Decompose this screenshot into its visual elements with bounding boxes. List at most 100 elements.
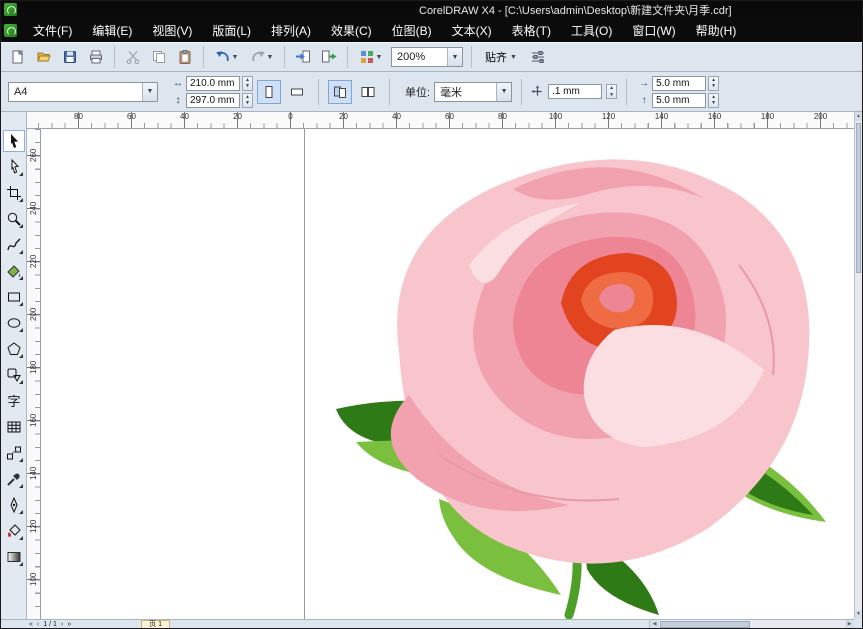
scroll-down-icon[interactable]: ▼ bbox=[855, 610, 862, 619]
property-bar: A4 ▼ ↔ ▲▼ ↕ ▲▼ 单位: bbox=[1, 72, 862, 112]
page-nav-last-button[interactable]: » bbox=[67, 621, 71, 628]
menu-item[interactable]: 版面(L) bbox=[202, 18, 261, 42]
menu-item[interactable]: 窗口(W) bbox=[622, 18, 685, 42]
menu-item[interactable]: 帮助(H) bbox=[686, 18, 747, 42]
shape-tool-button[interactable] bbox=[3, 156, 25, 178]
text-tool-button[interactable]: 字 bbox=[3, 390, 25, 412]
zoom-tool-button[interactable] bbox=[3, 208, 25, 230]
paper-size-select[interactable]: A4 ▼ bbox=[8, 82, 158, 102]
chevron-down-icon[interactable]: ▼ bbox=[232, 54, 239, 61]
new-document-icon bbox=[10, 49, 26, 65]
snap-to-button[interactable]: 贴齐 ▼ bbox=[478, 46, 524, 68]
open-folder-icon bbox=[36, 49, 52, 65]
scroll-up-icon[interactable]: ▲ bbox=[855, 112, 862, 121]
vertical-scroll-thumb[interactable] bbox=[856, 123, 861, 273]
zoom-level-select[interactable]: 200% ▼ bbox=[391, 47, 463, 67]
open-button[interactable] bbox=[32, 45, 56, 69]
page-nav-prev-button[interactable]: ‹ bbox=[37, 621, 39, 628]
canvas[interactable] bbox=[41, 129, 854, 619]
print-button[interactable] bbox=[84, 45, 108, 69]
chevron-down-icon[interactable]: ▼ bbox=[376, 54, 383, 61]
interactive-fill-tool-button[interactable] bbox=[3, 546, 25, 568]
new-document-button[interactable] bbox=[6, 45, 30, 69]
menu-item[interactable]: 文件(F) bbox=[23, 18, 82, 42]
portrait-button[interactable] bbox=[257, 80, 281, 104]
paper-dimensions-group: ↔ ▲▼ ↕ ▲▼ bbox=[172, 76, 253, 108]
rose-artwork[interactable] bbox=[321, 137, 851, 619]
paste-button[interactable] bbox=[173, 45, 197, 69]
table-tool-button[interactable] bbox=[3, 416, 25, 438]
menu-item[interactable]: 视图(V) bbox=[142, 18, 202, 42]
chevron-down-icon[interactable]: ▼ bbox=[496, 83, 511, 101]
menu-item[interactable]: 效果(C) bbox=[321, 18, 382, 42]
smart-fill-tool-icon bbox=[6, 263, 22, 279]
paper-width-spinner[interactable]: ▲▼ bbox=[242, 76, 253, 91]
paper-height-spinner[interactable]: ▲▼ bbox=[242, 93, 253, 108]
smart-fill-tool-button[interactable] bbox=[3, 260, 25, 282]
horizontal-scrollbar[interactable]: ◀ ▶ bbox=[649, 620, 854, 628]
toolbar-separator bbox=[284, 46, 285, 68]
ellipse-tool-button[interactable] bbox=[3, 312, 25, 334]
duplicate-x-spinner[interactable]: ▲▼ bbox=[708, 76, 719, 91]
polygon-tool-button[interactable] bbox=[3, 338, 25, 360]
redo-button[interactable]: ▼ bbox=[245, 45, 278, 69]
scroll-right-icon[interactable]: ▶ bbox=[845, 620, 854, 628]
cut-button[interactable] bbox=[121, 45, 145, 69]
all-pages-layout-button[interactable] bbox=[328, 80, 352, 104]
export-button[interactable] bbox=[317, 45, 341, 69]
menu-item[interactable]: 表格(T) bbox=[502, 18, 561, 42]
basic-shapes-tool-button[interactable] bbox=[3, 364, 25, 386]
interactive-blend-tool-button[interactable] bbox=[3, 442, 25, 464]
landscape-button[interactable] bbox=[285, 80, 309, 104]
export-icon bbox=[321, 49, 337, 65]
page-tab[interactable]: 页 1 bbox=[141, 620, 170, 629]
crop-tool-button[interactable] bbox=[3, 182, 25, 204]
horizontal-ruler[interactable]: 80604020020406080100120140160180200 bbox=[27, 112, 854, 129]
ruler-label: 200 bbox=[794, 112, 847, 122]
duplicate-distance-y-input[interactable] bbox=[652, 93, 706, 108]
crop-tool-icon bbox=[6, 185, 22, 201]
copy-button[interactable] bbox=[147, 45, 171, 69]
duplicate-distance-x-input[interactable] bbox=[652, 76, 706, 91]
duplicate-y-spinner[interactable]: ▲▼ bbox=[708, 93, 719, 108]
units-select[interactable]: 毫米 ▼ bbox=[434, 82, 512, 102]
chevron-down-icon[interactable]: ▼ bbox=[142, 83, 157, 101]
options-button[interactable] bbox=[526, 45, 550, 69]
vertical-ruler-numbers: 260240220200180160140120100 bbox=[27, 129, 40, 606]
ruler-label: 40 bbox=[370, 112, 423, 122]
vertical-scrollbar[interactable]: ▲ ▼ bbox=[854, 112, 862, 619]
menu-item[interactable]: 文本(X) bbox=[442, 18, 502, 42]
pick-tool-button[interactable] bbox=[3, 130, 25, 152]
page-nav-next-button[interactable]: › bbox=[61, 621, 63, 628]
ruler-label: 40 bbox=[158, 112, 211, 122]
nudge-offset-input[interactable] bbox=[548, 84, 602, 99]
horizontal-scroll-thumb[interactable] bbox=[660, 621, 750, 628]
current-page-layout-button[interactable] bbox=[356, 80, 380, 104]
paper-width-input[interactable] bbox=[186, 76, 240, 91]
save-button[interactable] bbox=[58, 45, 82, 69]
rectangle-tool-button[interactable] bbox=[3, 286, 25, 308]
undo-button[interactable]: ▼ bbox=[210, 45, 243, 69]
menu-item[interactable]: 编辑(E) bbox=[82, 18, 142, 42]
propbar-separator bbox=[521, 79, 522, 105]
ruler-label: 60 bbox=[423, 112, 476, 122]
chevron-down-icon[interactable]: ▼ bbox=[267, 54, 274, 61]
fill-tool-button[interactable] bbox=[3, 520, 25, 542]
eyedropper-tool-button[interactable] bbox=[3, 468, 25, 490]
outline-tool-button[interactable] bbox=[3, 494, 25, 516]
import-button[interactable] bbox=[291, 45, 315, 69]
nudge-offset-spinner[interactable]: ▲▼ bbox=[606, 84, 617, 99]
vertical-ruler[interactable]: 260240220200180160140120100 bbox=[27, 129, 41, 619]
chevron-down-icon[interactable]: ▼ bbox=[447, 48, 462, 66]
menu-item[interactable]: 排列(A) bbox=[261, 18, 321, 42]
application-launcher-button[interactable]: ▼ bbox=[354, 45, 387, 69]
scroll-left-icon[interactable]: ◀ bbox=[650, 620, 659, 628]
undo-icon bbox=[215, 49, 231, 65]
document-icon[interactable] bbox=[4, 24, 17, 37]
eyedropper-tool-icon bbox=[6, 471, 22, 487]
paper-height-input[interactable] bbox=[186, 93, 240, 108]
page-nav-first-button[interactable]: « bbox=[29, 621, 33, 628]
menu-item[interactable]: 工具(O) bbox=[561, 18, 622, 42]
freehand-tool-button[interactable] bbox=[3, 234, 25, 256]
menu-item[interactable]: 位图(B) bbox=[382, 18, 442, 42]
